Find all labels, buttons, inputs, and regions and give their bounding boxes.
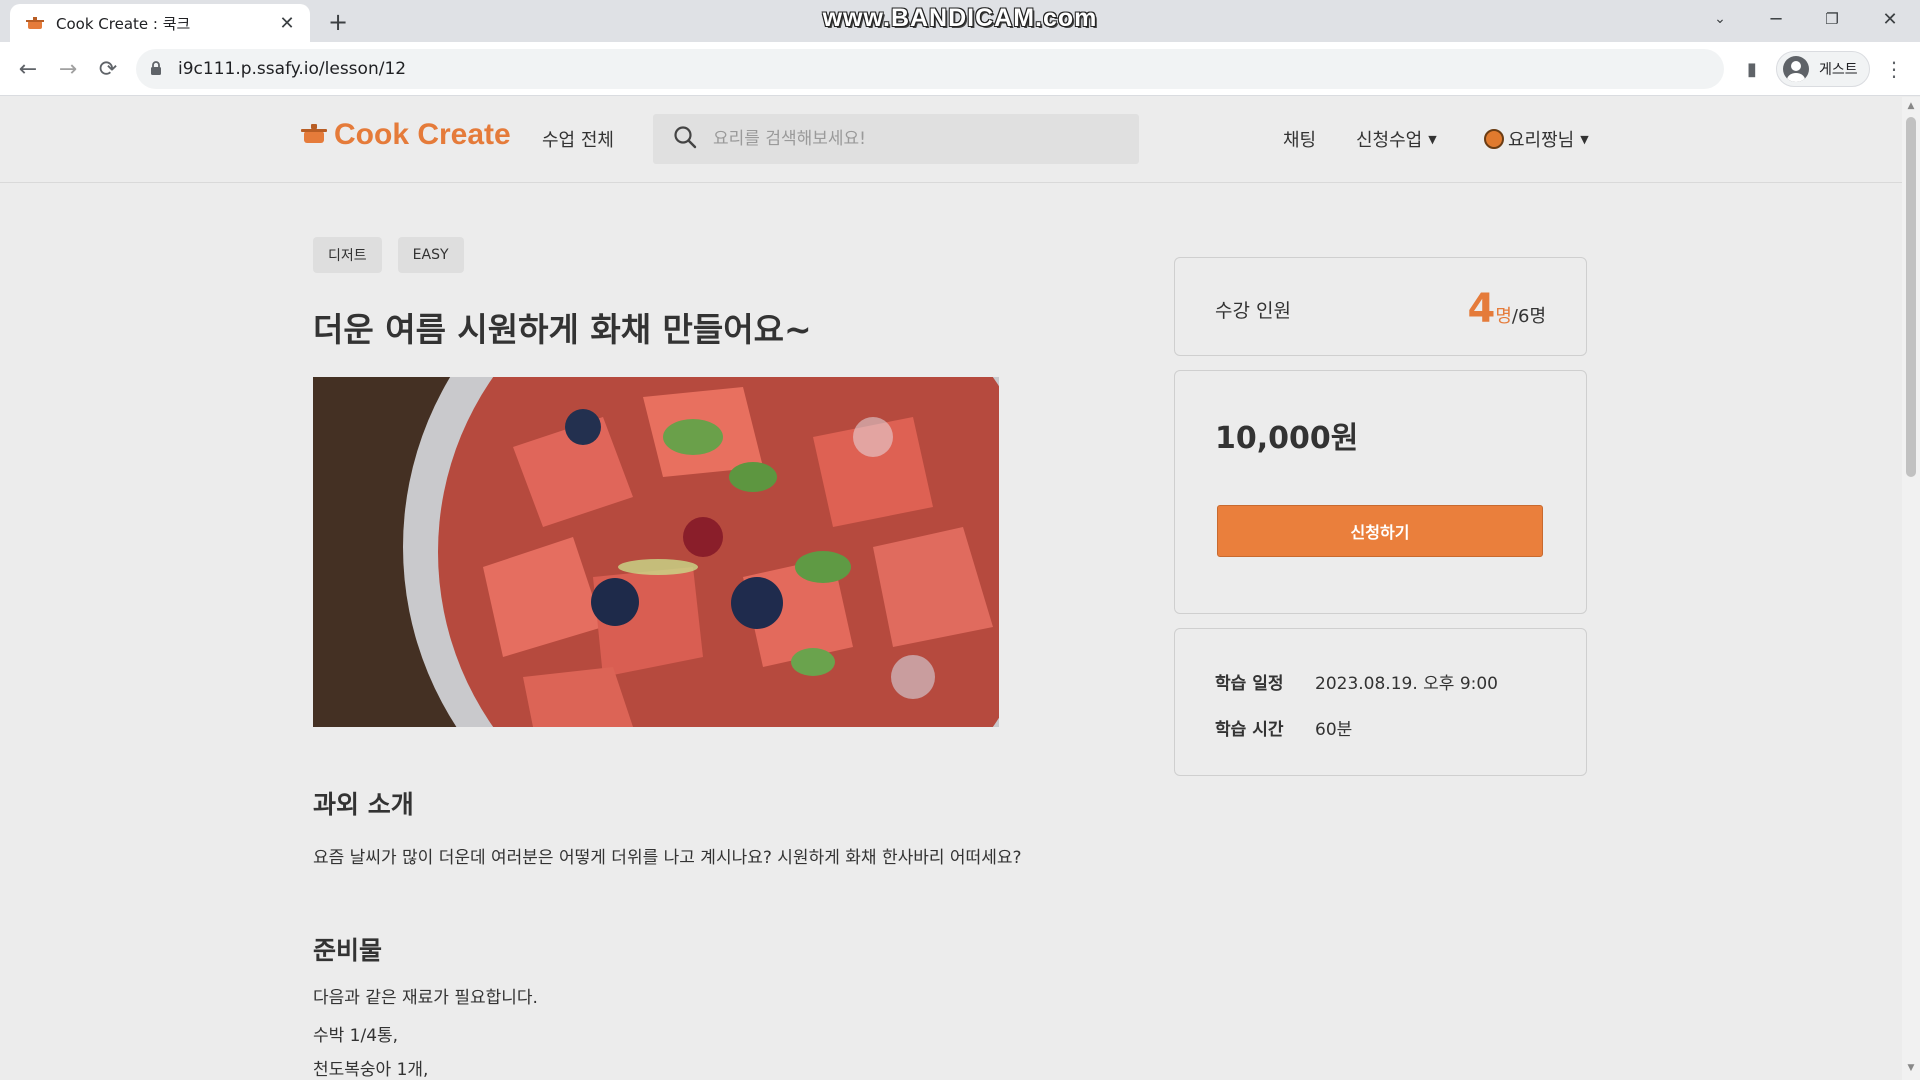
- scroll-thumb[interactable]: [1906, 117, 1916, 477]
- tag-category: 디저트: [313, 237, 382, 273]
- prep-line: 천도복숭아 1개,: [313, 1060, 429, 1080]
- address-bar[interactable]: i9c111.p.ssafy.io/lesson/12: [136, 49, 1724, 89]
- page-title: 더운 여름 시원하게 화채 만들어요~: [313, 310, 812, 349]
- intro-heading: 과외 소개: [313, 790, 414, 819]
- reload-button[interactable]: ⟳: [92, 53, 124, 85]
- avatar: [1484, 129, 1504, 149]
- prep-line: 다음과 같은 재료가 필요합니다.: [313, 988, 538, 1008]
- price-card: 10,000원 신청하기: [1174, 370, 1587, 614]
- menu-dots-icon[interactable]: ⋮: [1878, 53, 1910, 85]
- prep-line: 수박 1/4통,: [313, 1026, 399, 1046]
- back-button[interactable]: ←: [12, 53, 44, 85]
- recording-watermark: www.BANDICAM.com: [822, 4, 1098, 32]
- chevron-down-icon: ▼: [1580, 132, 1589, 146]
- enrollment-unit: 명: [1495, 306, 1512, 327]
- nav-user-menu[interactable]: 요리짱님 ▼: [1484, 126, 1589, 152]
- scroll-down-icon[interactable]: ▼: [1906, 1063, 1916, 1073]
- side-panel-icon[interactable]: ▮: [1736, 53, 1768, 85]
- restore-button[interactable]: ❐: [1812, 4, 1852, 34]
- page-scrollbar[interactable]: ▲ ▼: [1902, 97, 1920, 1080]
- schedule-label: 학습 일정: [1215, 674, 1284, 694]
- browser-tab-strip: Cook Create : 쿡크 ✕ + www.BANDICAM.com ⌄ …: [0, 0, 1920, 42]
- apply-button[interactable]: 신청하기: [1217, 505, 1543, 557]
- schedule-card: 학습 일정 2023.08.19. 오후 9:00 학습 시간 60분: [1174, 628, 1587, 776]
- tab-search-icon[interactable]: ⌄: [1700, 4, 1740, 34]
- scroll-up-icon[interactable]: ▲: [1906, 101, 1916, 111]
- profile-label: 게스트: [1819, 62, 1858, 78]
- tag-difficulty: EASY: [397, 237, 464, 273]
- lesson-image: [313, 377, 999, 727]
- duration-value: 60분: [1315, 720, 1353, 740]
- duration-row: 학습 시간 60분: [1215, 715, 1352, 740]
- enrollment-count: 4 명 /6명: [1468, 286, 1546, 332]
- search-bar: [653, 114, 1139, 164]
- forward-button[interactable]: →: [52, 53, 84, 85]
- price: 10,000원: [1215, 421, 1359, 456]
- nav-applied-lessons[interactable]: 신청수업 ▼: [1356, 126, 1437, 152]
- close-window-button[interactable]: ✕: [1870, 4, 1910, 34]
- person-icon: [1783, 56, 1809, 82]
- enrollment-card: 수강 인원 4 명 /6명: [1174, 257, 1587, 356]
- nav-chat[interactable]: 채팅: [1283, 126, 1316, 152]
- minimize-button[interactable]: ─: [1756, 4, 1796, 34]
- nav-user-label: 요리짱님: [1508, 130, 1575, 151]
- intro-text: 요즘 날씨가 많이 더운데 여러분은 어떻게 더위를 나고 계시나요? 시원하게…: [313, 848, 1022, 868]
- duration-label: 학습 시간: [1215, 720, 1284, 740]
- nav-applied-label: 신청수업: [1356, 130, 1423, 151]
- schedule-row: 학습 일정 2023.08.19. 오후 9:00: [1215, 669, 1498, 694]
- site-logo[interactable]: Cook Create: [300, 118, 511, 152]
- url-text: i9c111.p.ssafy.io/lesson/12: [178, 59, 407, 79]
- lock-icon: [150, 61, 164, 77]
- profile-button[interactable]: 게스트: [1776, 51, 1870, 87]
- pot-icon: [300, 121, 328, 149]
- schedule-value: 2023.08.19. 오후 9:00: [1315, 674, 1499, 694]
- page-content: Cook Create 수업 전체 채팅 신청수업 ▼ 요리짱님 ▼ 디저트 E…: [0, 97, 1902, 1080]
- enrollment-label: 수강 인원: [1215, 300, 1291, 322]
- enrollment-current: 4: [1467, 286, 1496, 332]
- site-header: Cook Create 수업 전체 채팅 신청수업 ▼ 요리짱님 ▼: [0, 97, 1902, 183]
- logo-text: Cook Create: [334, 118, 511, 151]
- nav-all-lessons[interactable]: 수업 전체: [542, 126, 614, 152]
- browser-toolbar: ← → ⟳ i9c111.p.ssafy.io/lesson/12 ▮ 게스트 …: [0, 42, 1920, 96]
- enrollment-max: /6명: [1511, 306, 1546, 327]
- lesson-tags: 디저트 EASY: [313, 237, 480, 273]
- chevron-down-icon: ▼: [1428, 132, 1437, 146]
- search-icon[interactable]: [673, 125, 697, 153]
- prep-heading: 준비물: [313, 936, 383, 965]
- search-input[interactable]: [713, 129, 1113, 149]
